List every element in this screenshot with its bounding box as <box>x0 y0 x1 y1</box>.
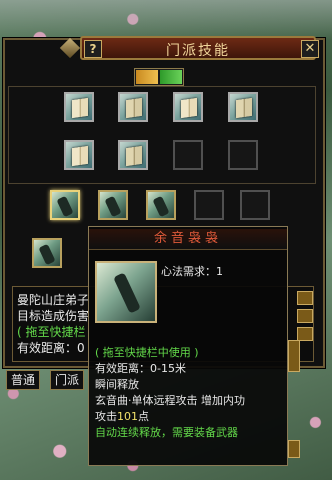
skill-requirement: 心法需求：1 <box>161 265 223 278</box>
tooltip-line: 攻击101点 <box>95 409 283 425</box>
scroll-handle-icon[interactable] <box>288 440 300 458</box>
empty-slot <box>173 140 203 170</box>
tab-sect[interactable]: 门派 <box>50 370 85 390</box>
dialog-line: ( 拖至快捷栏 <box>17 325 86 339</box>
tooltip-line-prefix: 攻击 <box>95 410 117 423</box>
skill-book-panel <box>8 86 316 184</box>
scroll-handle-icon[interactable] <box>288 340 300 372</box>
tooltip-line: 有效距离：0-15米 <box>95 362 186 375</box>
help-button[interactable]: ? <box>84 40 102 58</box>
skill-icon[interactable] <box>146 190 176 220</box>
dialog-line: 有效距离：0 <box>17 341 85 355</box>
skill-icon-selected[interactable] <box>50 190 80 220</box>
skill-book-icon[interactable] <box>118 92 148 122</box>
dialog-line: 曼陀山庄弟子 <box>17 293 90 307</box>
window-titlebar[interactable]: 门派技能 <box>80 36 316 60</box>
dialog-line: 目标造成伤害 <box>17 309 90 323</box>
tooltip-line: ( 拖至快捷栏中使用 ) <box>95 346 199 359</box>
tooltip-line: 自动连续释放，需要装备武器 <box>95 426 238 439</box>
skill-icon[interactable] <box>32 238 62 268</box>
empty-slot <box>240 190 270 220</box>
empty-slot <box>194 190 224 220</box>
skill-tooltip: 余音袅袅 心法需求：1 ( 拖至快捷栏中使用 ) 有效距离：0-15米 瞬间释放… <box>88 226 288 466</box>
skill-book-icon[interactable] <box>228 92 258 122</box>
close-button[interactable]: ✕ <box>301 40 319 58</box>
empty-slot <box>228 140 258 170</box>
skill-book-icon[interactable] <box>64 92 94 122</box>
scroll-up-icon[interactable] <box>297 291 313 305</box>
scroll-down-icon[interactable] <box>297 309 313 323</box>
tab-category-1[interactable] <box>136 70 158 84</box>
tooltip-attack-value: 101 <box>117 410 138 423</box>
tooltip-line-suffix: 点 <box>138 410 149 423</box>
tab-category-2[interactable] <box>160 70 182 84</box>
skill-book-icon[interactable] <box>173 92 203 122</box>
tab-normal[interactable]: 普通 <box>6 370 41 390</box>
skill-icon[interactable] <box>98 190 128 220</box>
tooltip-line: 玄音曲·单体远程攻击 增加内功 <box>95 394 245 407</box>
skill-book-icon[interactable] <box>118 140 148 170</box>
skill-category-tabs[interactable] <box>134 68 184 86</box>
tooltip-line: 瞬间释放 <box>95 378 139 391</box>
scroll-end-icon[interactable] <box>297 327 313 341</box>
window-title: 门派技能 <box>166 43 230 59</box>
tooltip-details: ( 拖至快捷栏中使用 ) 有效距离：0-15米 瞬间释放 玄音曲·单体远程攻击 … <box>95 345 283 441</box>
skill-icon <box>95 261 157 323</box>
skill-book-icon[interactable] <box>64 140 94 170</box>
tooltip-title: 余音袅袅 <box>89 229 287 250</box>
